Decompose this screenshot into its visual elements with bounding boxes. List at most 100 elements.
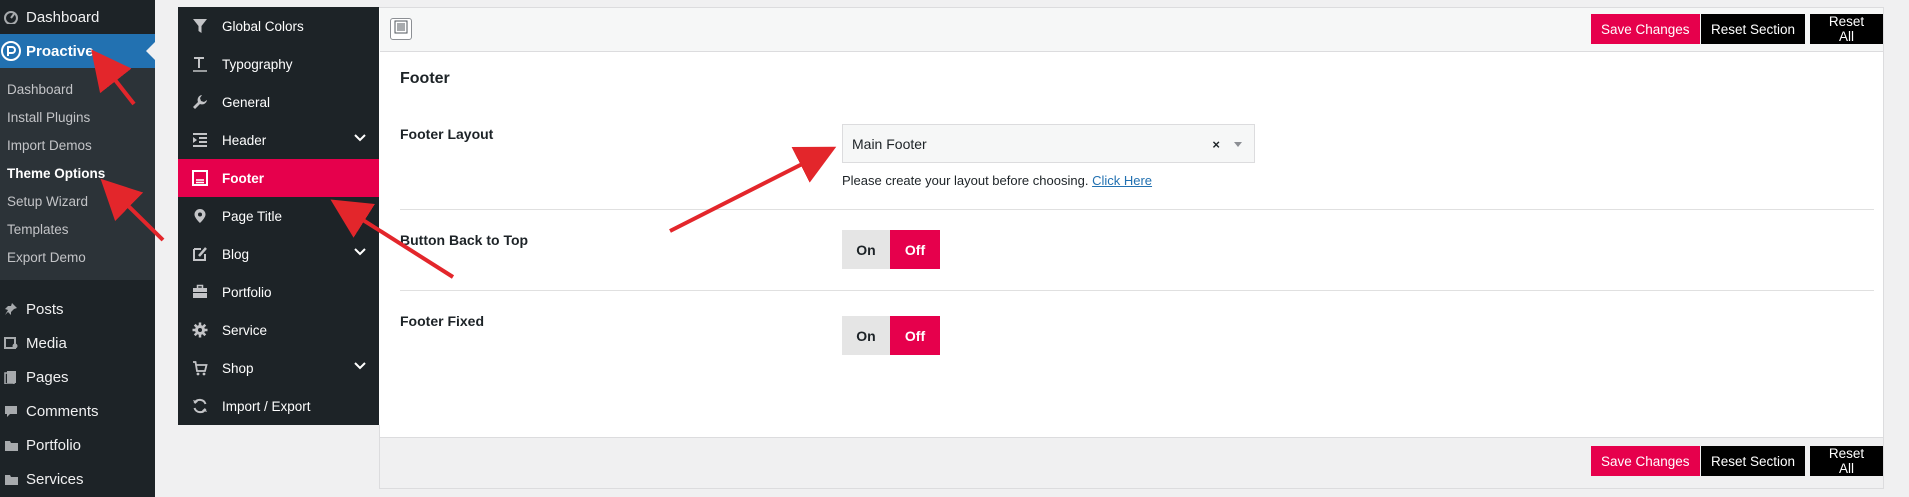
footer-fixed-toggle: On Off <box>842 316 940 355</box>
nav-shop[interactable]: Shop <box>178 349 379 387</box>
submenu-import-demos[interactable]: Import Demos <box>7 138 92 153</box>
footer-fixed-off-button[interactable]: Off <box>890 316 940 355</box>
chevron-down-icon <box>353 131 367 148</box>
clear-selection-icon[interactable]: × <box>1212 137 1220 152</box>
top-toolbar: Save Changes Reset Section Reset All <box>380 8 1883 52</box>
footer-icon <box>188 170 212 186</box>
menu-media-label: Media <box>26 334 67 352</box>
indent-icon <box>188 132 212 148</box>
menu-proactive[interactable]: Proactive <box>0 34 155 68</box>
edit-icon <box>188 246 212 262</box>
nav-label: Service <box>222 322 268 338</box>
bottom-toolbar: Save Changes Reset Section Reset All <box>380 437 1883 488</box>
list-icon <box>394 20 408 39</box>
folder-icon <box>0 473 26 486</box>
nav-label: Typography <box>222 56 293 72</box>
nav-blog[interactable]: Blog <box>178 235 379 273</box>
nav-service[interactable]: Service <box>178 311 379 349</box>
briefcase-icon <box>188 284 212 300</box>
dropdown-caret-icon[interactable] <box>1234 142 1242 147</box>
refresh-icon <box>188 398 212 414</box>
nav-label: Import / Export <box>222 398 311 414</box>
pages-icon <box>0 370 26 384</box>
menu-services[interactable]: Services <box>0 462 155 496</box>
cart-icon <box>188 360 212 376</box>
menu-media[interactable]: Media <box>0 326 155 360</box>
chevron-down-icon <box>353 245 367 262</box>
back-to-top-label: Button Back to Top <box>400 232 529 248</box>
submenu-theme-options[interactable]: Theme Options <box>7 166 105 181</box>
nav-label: General <box>222 94 271 110</box>
nav-label: Global Colors <box>222 18 304 34</box>
reset-section-button[interactable]: Reset Section <box>1701 14 1806 44</box>
footer-layout-value: Main Footer <box>852 135 927 152</box>
nav-general[interactable]: General <box>178 83 379 121</box>
nav-label: Blog <box>222 246 250 262</box>
nav-footer[interactable]: Footer <box>178 159 379 197</box>
options-nav-footer-space <box>178 425 380 489</box>
pin-icon <box>0 302 26 316</box>
reset-section-button[interactable]: Reset Section <box>1701 446 1806 476</box>
nav-import-export[interactable]: Import / Export <box>178 387 379 425</box>
menu-services-label: Services <box>26 470 84 488</box>
submenu-templates[interactable]: Templates <box>7 222 69 237</box>
nav-label: Shop <box>222 360 254 376</box>
dashboard-icon <box>0 10 26 24</box>
reset-all-button[interactable]: Reset All <box>1810 446 1883 476</box>
typography-icon <box>188 56 212 72</box>
wrench-icon <box>188 94 212 110</box>
nav-typography[interactable]: Typography <box>178 45 379 83</box>
folder-icon <box>0 439 26 452</box>
submenu-setup-wizard[interactable]: Setup Wizard <box>7 194 88 209</box>
expand-options-button[interactable] <box>390 18 412 40</box>
submenu-export-demo[interactable]: Export Demo <box>7 250 86 265</box>
menu-proactive-label: Proactive <box>26 42 94 60</box>
click-here-link[interactable]: Click Here <box>1092 173 1152 188</box>
map-pin-icon <box>188 208 212 224</box>
nav-label: Page Title <box>222 208 283 224</box>
footer-layout-desc-text: Please create your layout before choosin… <box>842 173 1089 188</box>
footer-layout-description: Please create your layout before choosin… <box>842 173 1152 188</box>
proactive-logo-icon <box>0 40 26 62</box>
nav-global-colors[interactable]: Global Colors <box>178 7 379 45</box>
save-changes-button[interactable]: Save Changes <box>1591 446 1700 476</box>
menu-pages[interactable]: Pages <box>0 360 155 394</box>
wp-admin-sidebar: Dashboard Proactive Dashboard Install Pl… <box>0 0 155 497</box>
menu-posts[interactable]: Posts <box>0 292 155 326</box>
menu-pages-label: Pages <box>26 368 69 386</box>
nav-label: Portfolio <box>222 284 272 300</box>
proactive-submenu: Dashboard Install Plugins Import Demos T… <box>0 68 155 280</box>
chevron-down-icon <box>353 359 367 376</box>
screen: Dashboard Proactive Dashboard Install Pl… <box>0 0 1909 497</box>
menu-posts-label: Posts <box>26 300 64 318</box>
gear-icon <box>188 322 212 338</box>
nav-label: Header <box>222 132 267 148</box>
menu-portfolio-label: Portfolio <box>26 436 82 454</box>
footer-layout-label: Footer Layout <box>400 126 494 142</box>
reset-all-button[interactable]: Reset All <box>1810 14 1883 44</box>
submenu-dashboard[interactable]: Dashboard <box>7 82 73 97</box>
submenu-install-plugins[interactable]: Install Plugins <box>7 110 90 125</box>
menu-comments-label: Comments <box>26 402 99 420</box>
field-separator <box>400 290 1874 291</box>
footer-fixed-label: Footer Fixed <box>400 313 485 329</box>
back-to-top-on-button[interactable]: On <box>842 230 890 269</box>
footer-layout-select[interactable]: Main Footer × <box>842 124 1255 163</box>
comment-icon <box>0 404 26 418</box>
nav-header[interactable]: Header <box>178 121 379 159</box>
back-to-top-toggle: On Off <box>842 230 940 269</box>
nav-page-title[interactable]: Page Title <box>178 197 379 235</box>
section-title: Footer <box>400 70 450 87</box>
field-separator <box>400 209 1874 210</box>
filter-icon <box>188 18 212 34</box>
options-nav: Global Colors Typography General Header <box>178 7 379 425</box>
menu-dashboard[interactable]: Dashboard <box>0 0 155 34</box>
nav-portfolio[interactable]: Portfolio <box>178 273 379 311</box>
media-icon <box>0 336 26 350</box>
menu-dashboard-label: Dashboard <box>26 8 100 26</box>
back-to-top-off-button[interactable]: Off <box>890 230 940 269</box>
menu-comments[interactable]: Comments <box>0 394 155 428</box>
footer-fixed-on-button[interactable]: On <box>842 316 890 355</box>
save-changes-button[interactable]: Save Changes <box>1591 14 1700 44</box>
menu-portfolio[interactable]: Portfolio <box>0 428 155 462</box>
